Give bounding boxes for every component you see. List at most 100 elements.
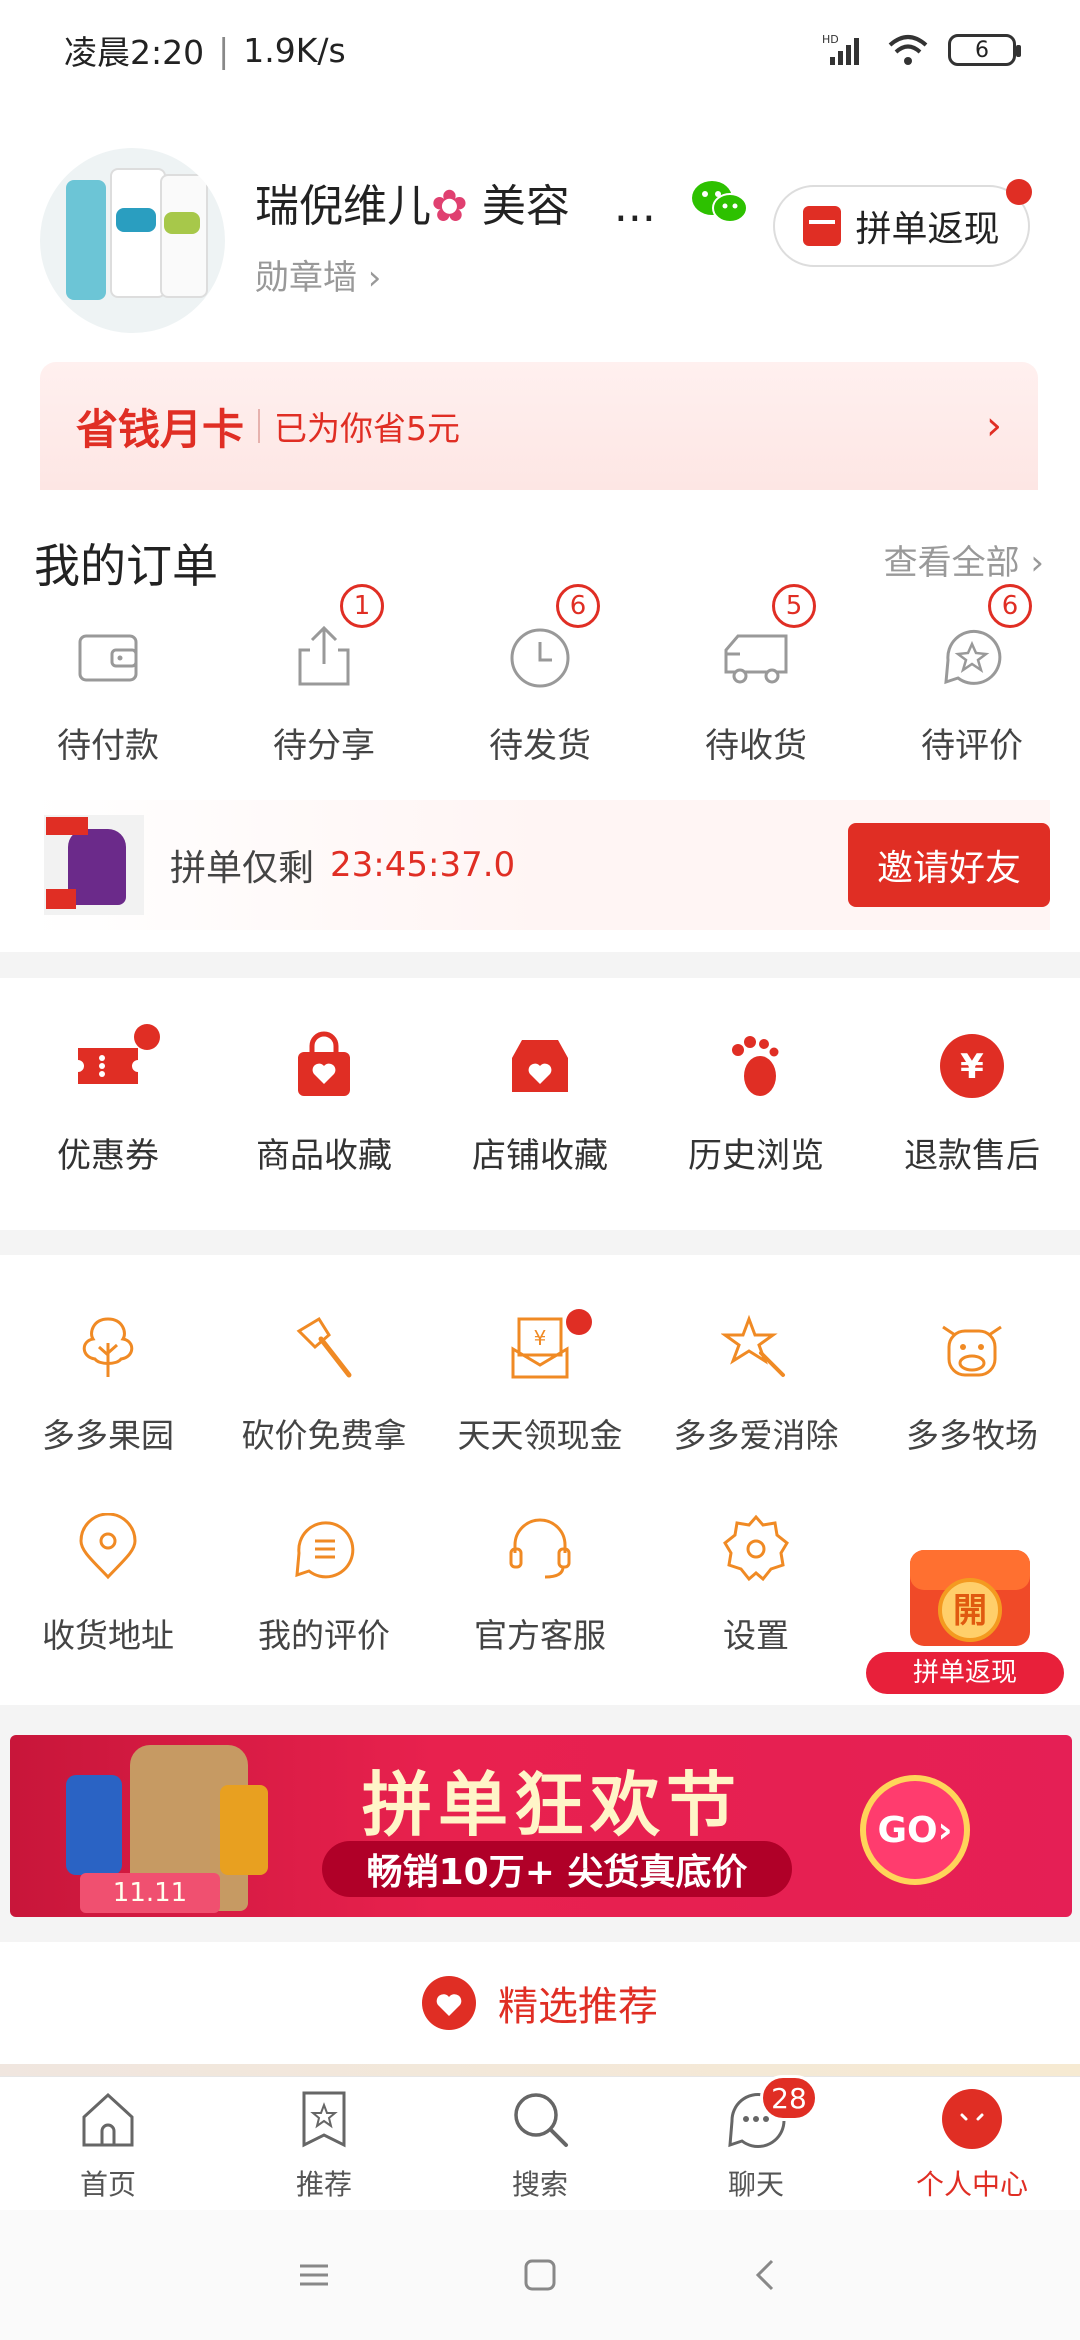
- star-bookmark-icon: [302, 2091, 346, 2148]
- quick-tools: 优惠券 商品收藏 店铺收藏 历史浏览 ¥ 退款售后: [0, 978, 1080, 1230]
- wallet-icon: [78, 634, 138, 682]
- tree-icon: [82, 1317, 134, 1377]
- order-pending-share[interactable]: 1 待分享: [216, 584, 432, 767]
- axe-icon: [296, 1316, 352, 1378]
- wifi-icon: [888, 35, 928, 65]
- profile-header: 瑞倪维儿✿ 美容 ... 勋章墙 › 拼单返现 省钱月卡 已为你省5元 ›: [0, 100, 1080, 490]
- heart-icon: [422, 1976, 476, 2030]
- svg-text:HD: HD: [822, 33, 839, 46]
- my-orders-section: 我的订单 查看全部 › 待付款 1 待分享 6 待发货 5 待收货 6 待评价 …: [0, 490, 1080, 952]
- system-nav-bar: [0, 2210, 1080, 2340]
- svg-text:¥: ¥: [534, 1326, 547, 1350]
- view-all-orders-link[interactable]: 查看全部 ›: [884, 535, 1044, 584]
- tab-profile[interactable]: 个人中心: [864, 2077, 1080, 2210]
- status-time: 凌晨2:20: [64, 33, 205, 72]
- medal-wall-link[interactable]: 勋章墙 ›: [255, 250, 381, 299]
- notification-dot: [566, 1309, 592, 1335]
- open-char: 開: [953, 1591, 987, 1631]
- svg-text:¥: ¥: [960, 1047, 984, 1087]
- banner-title: 拼单狂欢节: [362, 1764, 742, 1846]
- my-reviews[interactable]: 我的评价: [216, 1513, 432, 1657]
- tool-refund[interactable]: ¥ 退款售后: [864, 1030, 1080, 1230]
- invite-friends-button[interactable]: 邀请好友: [848, 823, 1050, 907]
- home-square-icon[interactable]: [522, 2257, 558, 2293]
- red-envelope-icon: 開 拼单返现: [866, 1550, 1064, 1694]
- tool-store-favorites[interactable]: 店铺收藏: [432, 1030, 648, 1230]
- store-heart-icon: [512, 1040, 568, 1092]
- game-orchard[interactable]: 多多果园: [0, 1313, 216, 1457]
- game-bargain[interactable]: 砍价免费拿: [216, 1313, 432, 1457]
- review-star-icon: [944, 629, 1002, 685]
- battery-icon: 6: [948, 34, 1021, 66]
- tool-coupon[interactable]: 优惠券: [0, 1024, 216, 1230]
- shipping-address[interactable]: 收货地址: [0, 1512, 216, 1657]
- settings[interactable]: 设置: [648, 1513, 864, 1657]
- save-money-card[interactable]: 省钱月卡 已为你省5元 ›: [40, 362, 1038, 490]
- status-bar: 凌晨2:20 | 1.9K/s HD 6: [0, 0, 1080, 100]
- notification-dot: [1006, 179, 1032, 205]
- customer-service[interactable]: 官方客服: [432, 1513, 648, 1657]
- avatar[interactable]: [40, 148, 225, 333]
- clock-icon: [510, 628, 570, 688]
- tab-chat[interactable]: 28 聊天: [648, 2075, 864, 2210]
- username: 瑞倪维儿✿ 美容 ...: [255, 181, 656, 232]
- notification-dot: [134, 1024, 160, 1050]
- tab-search[interactable]: 搜索: [432, 2077, 648, 2210]
- detergent-image: [66, 1775, 122, 1875]
- cow-icon: [942, 1325, 1002, 1377]
- share-icon: [298, 625, 350, 686]
- yen-circle-icon: ¥: [940, 1034, 1004, 1098]
- chevron-right-icon: ›: [1030, 543, 1044, 583]
- menu-icon[interactable]: [296, 2260, 332, 2290]
- section-title: 我的订单: [34, 539, 218, 593]
- tool-product-favorites[interactable]: 商品收藏: [216, 1030, 432, 1230]
- flower-icon: ✿: [431, 181, 468, 232]
- oil-image: [220, 1785, 268, 1875]
- bottom-tab-bar: 首页 推荐 搜索 28 聊天 个人中心: [0, 2075, 1080, 2210]
- feed-preview: [0, 2064, 1080, 2076]
- headset-icon: [509, 1518, 571, 1579]
- signal-icon: HD: [822, 33, 859, 65]
- unread-badge: 28: [760, 2075, 818, 2121]
- red-envelope-icon: [803, 206, 842, 246]
- search-icon: [514, 2093, 568, 2147]
- chevron-right-icon: ›: [986, 403, 1002, 449]
- group-cashback-button[interactable]: 拼单返现: [773, 179, 1032, 267]
- truck-icon: [724, 634, 788, 684]
- game-daily-cash[interactable]: ¥ 天天领现金: [432, 1309, 648, 1457]
- screen: { "status": {"time": "凌晨2:20", "speed": …: [0, 0, 1080, 2340]
- banner-date: 11.11: [80, 1873, 220, 1913]
- back-icon[interactable]: [748, 2257, 784, 2293]
- comment-icon: [295, 1521, 355, 1579]
- float-promo-label: 拼单返现: [913, 1658, 1017, 1688]
- network-speed: 1.9K/s: [243, 30, 346, 70]
- bag-heart-icon: [298, 1031, 350, 1096]
- countdown-timer: 23:45:37.0: [330, 845, 516, 885]
- tool-history[interactable]: 历史浏览: [648, 1030, 864, 1230]
- footprint-icon: [732, 1036, 779, 1096]
- star-wand-icon: [720, 1314, 785, 1377]
- order-pending-shipment[interactable]: 6 待发货: [432, 584, 648, 767]
- game-ranch[interactable]: 多多牧场: [864, 1313, 1080, 1457]
- group-buy-bar[interactable]: 拼单仅剩 23:45:37.0 邀请好友: [30, 800, 1050, 930]
- profile-icon: [942, 2089, 1002, 2149]
- recommended-header: 精选推荐: [0, 1942, 1080, 2064]
- go-button[interactable]: GO›: [860, 1775, 970, 1885]
- order-pending-payment[interactable]: 待付款: [0, 620, 216, 767]
- wechat-icon: [692, 181, 748, 223]
- floating-cashback-promo[interactable]: 開 拼单返现: [866, 1548, 1064, 1696]
- kettle-thumbnail: [44, 815, 144, 915]
- gear-icon: [723, 1514, 789, 1582]
- game-elimination[interactable]: 多多爱消除: [648, 1313, 864, 1457]
- banner-subtitle: 畅销10万+ 尖货真底价: [322, 1841, 792, 1897]
- tab-recommend[interactable]: 推荐: [216, 2077, 432, 2210]
- home-icon: [82, 2092, 134, 2147]
- promo-banner[interactable]: 拼单狂欢节 畅销10万+ 尖货真底价 GO› 11.11: [10, 1735, 1072, 1917]
- coupon-icon: [78, 1048, 138, 1084]
- tab-home[interactable]: 首页: [0, 2077, 216, 2210]
- order-pending-receipt[interactable]: 5 待收货: [648, 584, 864, 767]
- location-icon: [79, 1512, 137, 1580]
- order-pending-review[interactable]: 6 待评价: [864, 584, 1080, 767]
- order-status-list: 待付款 1 待分享 6 待发货 5 待收货 6 待评价: [0, 584, 1080, 767]
- cash-envelope-icon: ¥: [511, 1317, 569, 1379]
